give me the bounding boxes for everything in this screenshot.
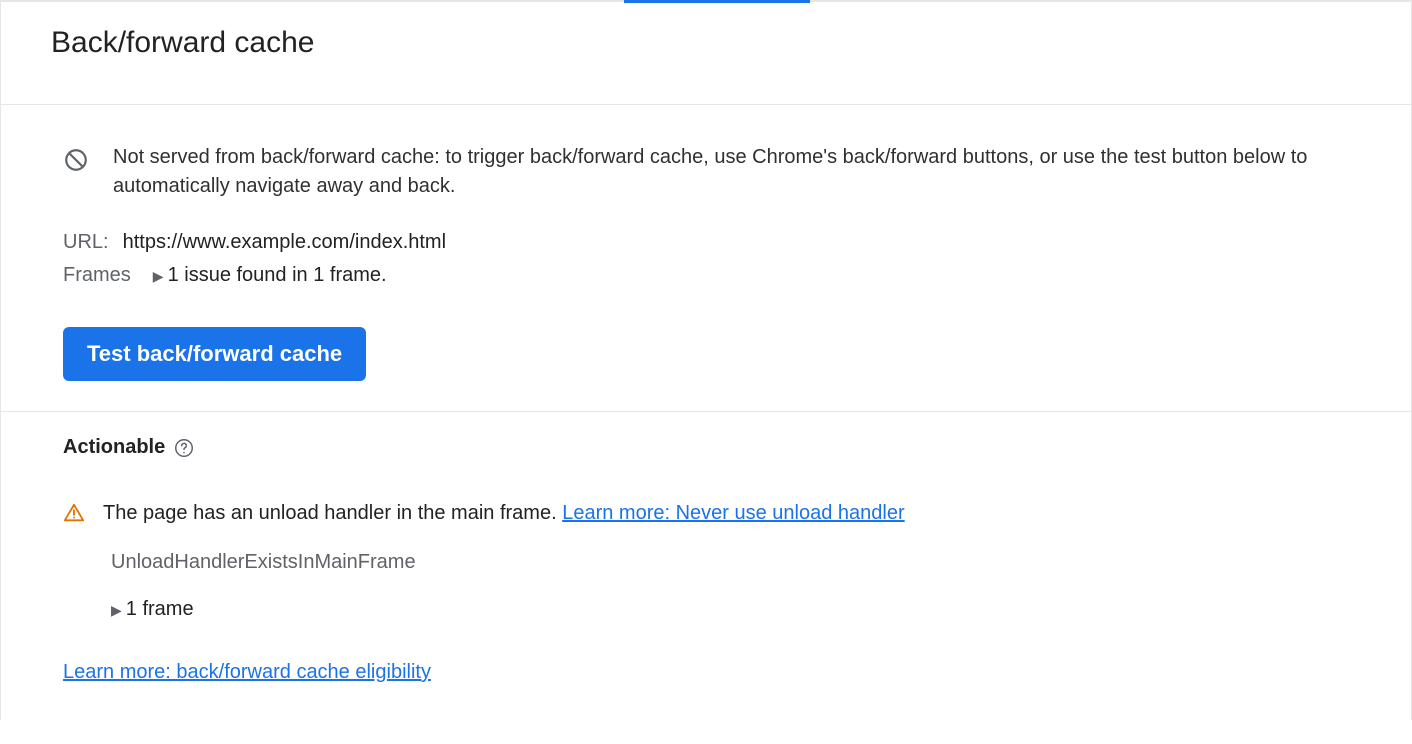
help-icon[interactable] (173, 437, 195, 459)
test-bfcache-button[interactable]: Test back/forward cache (63, 327, 366, 381)
prohibit-icon (63, 147, 89, 173)
url-row: URL: https://www.example.com/index.html (63, 231, 1349, 254)
learn-more-bfcache-link[interactable]: Learn more: back/forward cache eligibili… (63, 661, 431, 683)
learn-more-unload-link[interactable]: Learn more: Never use unload handler (562, 502, 904, 524)
url-value: https://www.example.com/index.html (123, 231, 446, 254)
issue-text: The page has an unload handler in the ma… (103, 499, 905, 527)
chevron-right-icon: ▶ (153, 268, 164, 285)
frames-label: Frames (63, 264, 131, 287)
url-label: URL: (63, 231, 109, 254)
bfcache-panel: Back/forward cache Not served from back/… (0, 2, 1412, 720)
status-section: Not served from back/forward cache: to t… (1, 105, 1411, 412)
header-section: Back/forward cache (1, 2, 1411, 105)
warning-icon (63, 502, 85, 524)
status-message: Not served from back/forward cache: to t… (113, 143, 1349, 201)
chevron-right-icon: ▶ (111, 602, 122, 619)
issue-code: UnloadHandlerExistsInMainFrame (111, 551, 1361, 574)
tab-indicator (0, 0, 1412, 2)
bfcache-eligibility-link-row: Learn more: back/forward cache eligibili… (63, 661, 1349, 684)
frames-summary: 1 issue found in 1 frame. (168, 264, 387, 287)
frames-row[interactable]: Frames ▶ 1 issue found in 1 frame. (63, 264, 1349, 287)
actionable-heading: Actionable (63, 436, 1349, 459)
actionable-heading-text: Actionable (63, 436, 165, 459)
page-title: Back/forward cache (51, 26, 1361, 60)
issue-row: The page has an unload handler in the ma… (63, 499, 1349, 527)
status-info: Not served from back/forward cache: to t… (63, 143, 1349, 201)
frame-expand[interactable]: ▶ 1 frame (111, 598, 1361, 621)
frame-count-label: 1 frame (126, 598, 194, 621)
actionable-section: Actionable The page has an unload handle… (1, 412, 1411, 720)
issue-description: The page has an unload handler in the ma… (103, 502, 562, 524)
